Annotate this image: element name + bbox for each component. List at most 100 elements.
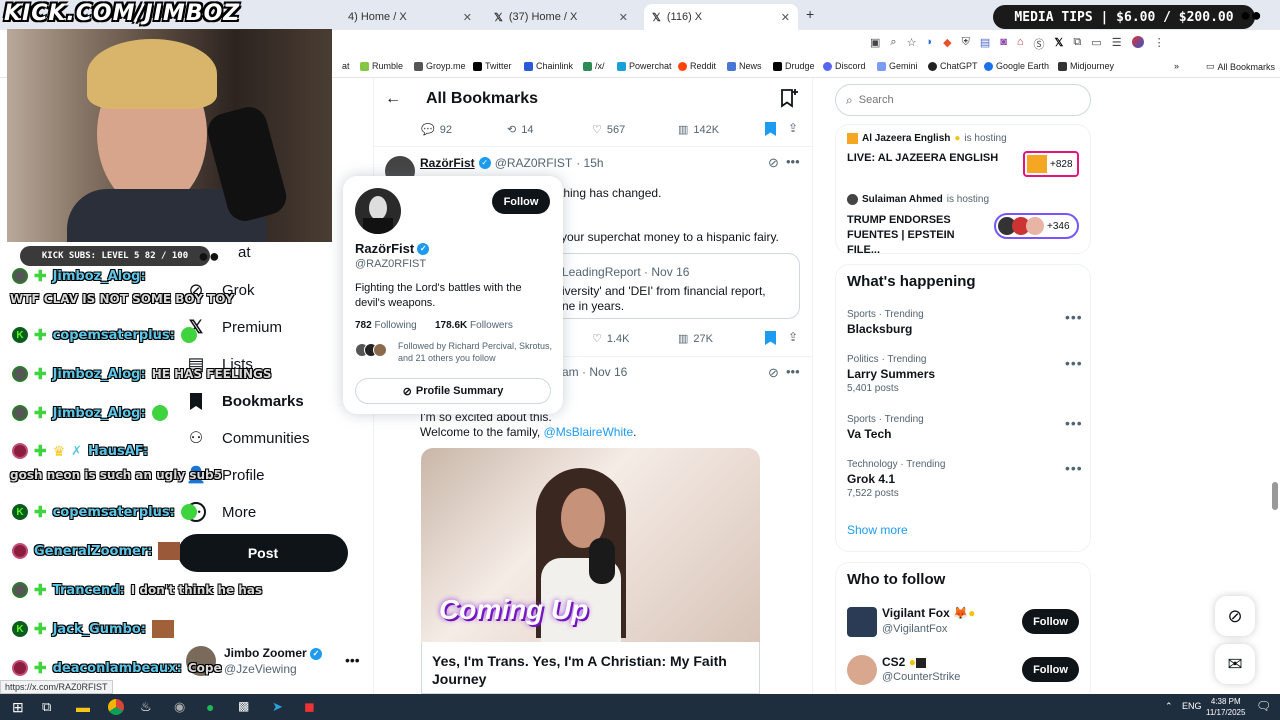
- space-title[interactable]: TRUMP ENDORSES FUENTES | EPSTEIN FILE...: [847, 213, 987, 258]
- sidebar-item-bookmarks[interactable]: Bookmarks: [186, 389, 336, 413]
- new-tab-button[interactable]: +: [806, 6, 814, 22]
- notification-icon[interactable]: 🗨: [1256, 699, 1271, 713]
- sidebar-item-premium[interactable]: 𝕏 Premium: [186, 315, 336, 339]
- bookmark-item[interactable]: Gemini: [877, 61, 918, 71]
- add-bookmark-folder-icon[interactable]: [779, 88, 799, 113]
- screen-cast-icon[interactable]: ▣: [870, 36, 880, 52]
- windows-start-icon[interactable]: ⊞: [12, 699, 24, 716]
- trend-more-icon[interactable]: •••: [1065, 460, 1083, 476]
- followed-by-text[interactable]: Followed by Richard Percival, Skrotus, a…: [398, 340, 553, 364]
- bookmark-item[interactable]: Rumble: [360, 61, 403, 71]
- trend-more-icon[interactable]: •••: [1065, 415, 1083, 431]
- bookmark-item[interactable]: Groyp.me: [414, 61, 466, 71]
- bookmark-item[interactable]: News: [727, 61, 762, 71]
- trend-more-icon[interactable]: •••: [1065, 309, 1083, 325]
- clock[interactable]: 4:38 PM 11/17/2025: [1206, 696, 1245, 718]
- followers-count[interactable]: 178.6K Followers: [435, 320, 513, 331]
- repost-button[interactable]: ⟲ 14: [507, 123, 533, 137]
- bookmark-item[interactable]: Midjourney: [1058, 61, 1114, 71]
- space-host[interactable]: Sulaiman Ahmed is hosting: [847, 194, 989, 205]
- link-card-title[interactable]: Yes, I'm Trans. Yes, I'm A Christian: My…: [421, 642, 760, 694]
- extension-icon[interactable]: ⌂: [1017, 36, 1024, 52]
- trend-item[interactable]: Politics · Trending Larry Summers 5,401 …: [847, 354, 935, 394]
- steam-icon[interactable]: ♨: [140, 699, 152, 715]
- grok-icon[interactable]: ⊘: [768, 365, 779, 381]
- extension-icon[interactable]: ◙: [1000, 36, 1007, 52]
- search-input[interactable]: [858, 94, 1059, 106]
- sidepanel-icon[interactable]: ▭: [1091, 36, 1101, 52]
- spotify-icon[interactable]: ●: [206, 699, 214, 715]
- follow-button[interactable]: Follow: [492, 189, 550, 214]
- bookmark-item[interactable]: Twitter: [473, 61, 512, 71]
- bookmark-filled-icon[interactable]: [765, 331, 776, 350]
- more-options-icon[interactable]: •••: [786, 154, 800, 169]
- reply-button[interactable]: 💬 92: [421, 123, 452, 137]
- bookmark-filled-icon[interactable]: [765, 122, 776, 141]
- kebab-menu-icon[interactable]: ⋮: [1154, 36, 1165, 52]
- x-logo-icon[interactable]: 𝕏: [1055, 36, 1064, 52]
- tray-chevron-icon[interactable]: ⌃: [1165, 701, 1173, 712]
- star-icon[interactable]: ☆: [907, 36, 917, 52]
- share-icon[interactable]: ⇪: [788, 330, 798, 344]
- bookmark-item[interactable]: Chainlink: [524, 61, 573, 71]
- grok-icon[interactable]: ⊘: [768, 155, 779, 171]
- extension-icon[interactable]: ◗: [926, 36, 933, 52]
- sidebar-item-communities[interactable]: ⚇ Communities: [186, 426, 336, 450]
- chevron-right-icon[interactable]: »: [1174, 61, 1179, 71]
- account-menu-icon[interactable]: •••: [345, 652, 360, 668]
- shield-icon[interactable]: ⛨: [962, 36, 970, 52]
- zoom-icon[interactable]: ⌕: [890, 36, 896, 52]
- hovercard-avatar[interactable]: [355, 188, 401, 234]
- bookmark-item[interactable]: /x/: [583, 61, 605, 71]
- extension-icon[interactable]: ▤: [980, 36, 990, 52]
- tweet-author-name[interactable]: RazörFist: [420, 156, 475, 170]
- avatar[interactable]: [847, 655, 877, 685]
- mention-link[interactable]: @MsBlaireWhite: [544, 425, 634, 439]
- bookmark-item[interactable]: at: [342, 61, 350, 71]
- browser-tab-active[interactable]: 𝕏 (116) X ✕: [644, 4, 798, 30]
- show-more-link[interactable]: Show more: [847, 523, 908, 537]
- scrollbar-thumb[interactable]: [1272, 482, 1278, 510]
- obs-icon[interactable]: ▩: [238, 699, 249, 713]
- bookmark-item[interactable]: Reddit: [678, 61, 716, 71]
- task-view-icon[interactable]: ⧉: [42, 699, 51, 715]
- close-icon[interactable]: ✕: [463, 11, 472, 24]
- views-button[interactable]: ▥ 27K: [678, 332, 713, 346]
- discord-icon[interactable]: ◉: [174, 699, 185, 715]
- bookmark-item[interactable]: Google Earth: [984, 61, 1049, 71]
- file-explorer-icon[interactable]: ▬: [76, 699, 90, 715]
- trend-item[interactable]: Sports · Trending Va Tech: [847, 414, 924, 441]
- space-listeners-badge[interactable]: +828: [1023, 151, 1079, 177]
- share-icon[interactable]: ⇪: [788, 121, 798, 135]
- account-name[interactable]: Jimbo Zoomer ✓: [224, 646, 323, 660]
- trend-item[interactable]: Technology · Trending Grok 4.1 7,522 pos…: [847, 459, 945, 499]
- menu-icon[interactable]: ☰: [1112, 36, 1122, 52]
- trend-item[interactable]: Sports · Trending Blacksburg: [847, 309, 924, 336]
- video-thumbnail[interactable]: Coming Up: [421, 448, 760, 642]
- bookmark-item[interactable]: Drudge: [773, 61, 815, 71]
- follow-button[interactable]: Follow: [1022, 657, 1079, 682]
- trend-more-icon[interactable]: •••: [1065, 355, 1083, 371]
- grok-float-button[interactable]: ⊘: [1215, 596, 1255, 636]
- avatar[interactable]: [847, 607, 877, 637]
- lang-indicator[interactable]: ENG: [1182, 701, 1202, 711]
- bookmark-item[interactable]: Powerchat: [617, 61, 672, 71]
- views-button[interactable]: ▥ 142K: [678, 123, 719, 137]
- post-button[interactable]: Post: [178, 534, 348, 572]
- suggestion-name[interactable]: CS2 ●: [882, 655, 926, 669]
- following-count[interactable]: 782 Following: [355, 320, 417, 331]
- space-title[interactable]: LIVE: AL JAZEERA ENGLISH: [847, 152, 998, 164]
- follow-button[interactable]: Follow: [1022, 609, 1079, 634]
- suggestion-name[interactable]: Vigilant Fox 🦊●: [882, 606, 975, 620]
- all-bookmarks-folder[interactable]: ▭ All Bookmarks: [1206, 61, 1275, 72]
- more-options-icon[interactable]: •••: [786, 364, 800, 379]
- profile-avatar-icon[interactable]: [1131, 36, 1144, 48]
- extension-icon[interactable]: Ⓢ: [1034, 36, 1045, 52]
- sidebar-item-more[interactable]: ••• More: [186, 500, 336, 524]
- hovercard-handle[interactable]: @RAZ0RFIST: [355, 258, 426, 270]
- messages-float-button[interactable]: ✉: [1215, 644, 1255, 684]
- like-button[interactable]: ♡ 1.4K: [592, 332, 630, 346]
- extension-icon[interactable]: ◆: [943, 36, 951, 52]
- space-listeners-badge[interactable]: +346: [994, 213, 1079, 239]
- like-button[interactable]: ♡ 567: [592, 123, 625, 137]
